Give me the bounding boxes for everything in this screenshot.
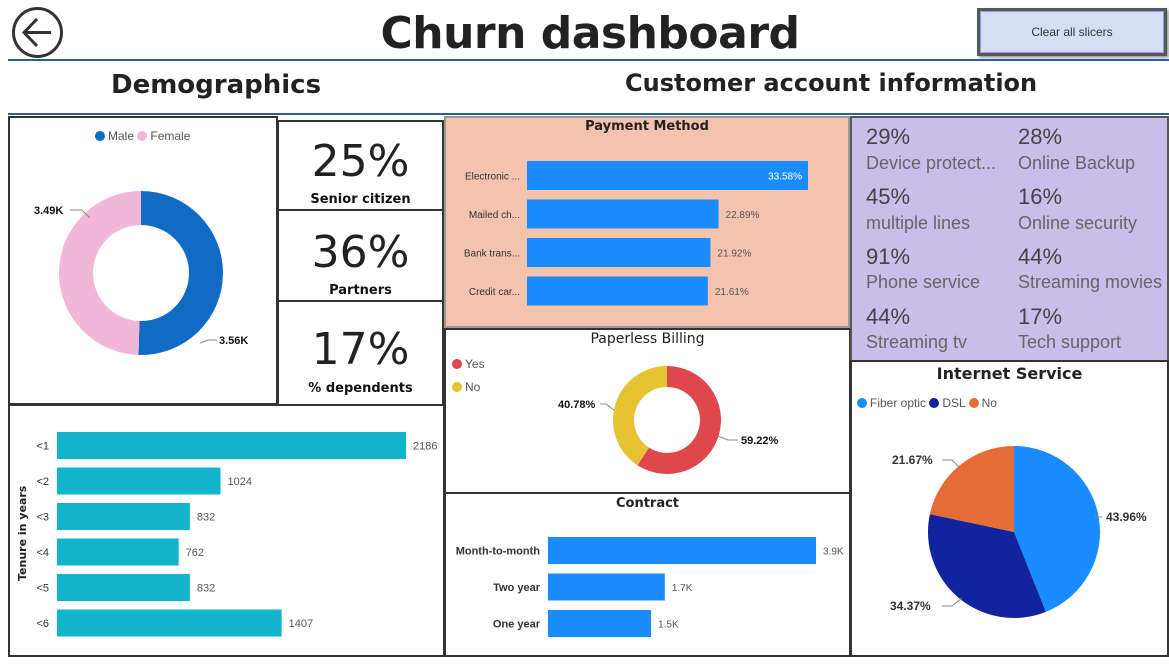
category-label: One year — [493, 619, 541, 631]
data-label: 2186 — [413, 441, 437, 453]
header-divider — [8, 59, 1169, 61]
contract-bar-chart[interactable]: Month-to-month 3.9K Two year 1.7K One year 1.… — [446, 494, 849, 655]
bar-1[interactable] — [548, 573, 665, 601]
bar-3[interactable] — [527, 276, 708, 306]
kpi-card-partners: 36% Partners — [277, 209, 444, 302]
category-label: <4 — [36, 547, 49, 559]
slice-no[interactable] — [613, 366, 667, 466]
bar-2[interactable] — [527, 238, 711, 267]
contract-panel[interactable]: Contract Month-to-month 3.9K Two year 1.7K O… — [444, 492, 851, 657]
payment-bar-chart[interactable]: Electronic ... 33.58% Mailed ch... 22.89% Ba… — [446, 118, 848, 326]
service-label: Device protect... — [866, 153, 997, 173]
service-label: multiple lines — [866, 213, 971, 233]
service-pct: 45% — [866, 184, 911, 209]
category-label: <6 — [36, 618, 49, 630]
kpi-value: 17% — [311, 324, 410, 375]
category-label: Electronic ... — [465, 172, 520, 183]
kpi-value: 36% — [311, 227, 410, 278]
internet-pie-chart[interactable]: 43.96% 21.67% 34.37% — [852, 362, 1167, 655]
data-label-yes: 59.22% — [741, 435, 779, 447]
kpi-label: % dependents — [308, 381, 413, 396]
data-label: 33.58% — [768, 172, 802, 183]
slice-female[interactable] — [59, 191, 141, 355]
service-label: Online Backup — [1018, 153, 1136, 173]
data-label: 21.92% — [717, 249, 751, 260]
slice-male[interactable] — [138, 191, 224, 355]
category-label: Two year — [493, 582, 541, 594]
service-pct: 44% — [866, 304, 911, 329]
category-label: <1 — [36, 441, 49, 453]
gender-panel[interactable]: Male Female 3.49K 3.56K — [8, 116, 278, 405]
kpi-label: Senior citizen — [310, 192, 411, 207]
service-label: Streaming movies — [1018, 272, 1163, 292]
demographics-heading: Demographics — [111, 70, 322, 100]
service-label: Phone service — [866, 272, 981, 292]
arrow-left-icon — [21, 17, 51, 48]
bar-1[interactable] — [57, 467, 221, 495]
service-pct: 29% — [866, 124, 911, 149]
kpi-card-dependents: 17% % dependents — [277, 300, 444, 406]
bar-2[interactable] — [57, 503, 190, 530]
category-label: Bank trans... — [464, 249, 520, 260]
paperless-panel[interactable]: Paperless Billing Yes No 40.78% 59.22% — [444, 328, 851, 494]
category-label: Credit car... — [469, 287, 520, 298]
data-label-no: 40.78% — [558, 399, 596, 411]
tenure-panel[interactable]: Tenure in years <1 2186 <2 1024 <3 832 <4 762 <5… — [8, 404, 445, 657]
data-label: 1024 — [227, 476, 251, 488]
service-pct: 17% — [1018, 304, 1063, 329]
data-label: 1.5K — [658, 620, 679, 631]
data-label: 832 — [197, 583, 215, 595]
data-label: 21.61% — [715, 287, 749, 298]
tenure-bar-chart[interactable]: Tenure in years <1 2186 <2 1024 <3 832 <4 762 <5… — [10, 406, 443, 655]
service-pct: 44% — [1018, 244, 1063, 269]
paperless-donut-chart[interactable]: 40.78% 59.22% — [446, 330, 849, 492]
service-pct: 91% — [866, 244, 911, 269]
page-title: Churn dashboard — [380, 8, 800, 59]
data-label: 3.9K — [823, 547, 844, 558]
bar-0[interactable] — [527, 161, 808, 190]
bar-0[interactable] — [57, 432, 406, 459]
service-label: Streaming tv — [866, 332, 968, 352]
clear-slicers-button[interactable]: Clear all slicers — [977, 8, 1167, 56]
account-info-heading: Customer account information — [625, 69, 1038, 97]
internet-panel[interactable]: Internet Service Fiber optic DSL No 43.9… — [850, 360, 1169, 657]
bar-2[interactable] — [548, 610, 652, 637]
category-label: Mailed ch... — [469, 210, 520, 221]
bar-3[interactable] — [57, 538, 179, 566]
gender-donut-chart[interactable]: 3.49K 3.56K — [10, 118, 276, 403]
bar-5[interactable] — [57, 609, 282, 637]
demographics-divider — [8, 113, 414, 115]
data-label: 22.89% — [726, 210, 760, 221]
service-label: Online security — [1018, 213, 1138, 233]
data-label: 1.7K — [672, 583, 693, 594]
data-label-dsl: 34.37% — [890, 599, 931, 613]
category-label: <5 — [36, 583, 49, 595]
data-label: 1407 — [289, 618, 313, 630]
bar-1[interactable] — [527, 199, 719, 229]
data-label: 832 — [197, 512, 215, 524]
bar-4[interactable] — [57, 574, 190, 601]
payment-panel[interactable]: Payment Method Electronic ... 33.58% Maile… — [444, 116, 850, 328]
service-label: Tech support — [1018, 332, 1122, 352]
data-label: 762 — [186, 547, 204, 559]
service-pct: 16% — [1018, 184, 1063, 209]
services-panel: 29% Device protect... 28% Online Backup … — [850, 116, 1169, 362]
back-button[interactable] — [12, 7, 63, 58]
tenure-axis-label: Tenure in years — [16, 485, 29, 581]
category-label: <2 — [36, 476, 49, 488]
data-label-fiber: 43.96% — [1106, 510, 1147, 524]
category-label: Month-to-month — [456, 546, 541, 558]
kpi-label: Partners — [329, 283, 392, 298]
data-label-female: 3.49K — [34, 205, 63, 217]
data-label-male: 3.56K — [219, 335, 248, 347]
account-divider — [414, 113, 1169, 115]
category-label: <3 — [36, 512, 49, 524]
bar-0[interactable] — [548, 537, 816, 564]
kpi-value: 25% — [311, 136, 410, 187]
data-label-no: 21.67% — [892, 453, 933, 467]
kpi-card-senior: 25% Senior citizen — [277, 120, 444, 211]
service-pct: 28% — [1018, 124, 1063, 149]
